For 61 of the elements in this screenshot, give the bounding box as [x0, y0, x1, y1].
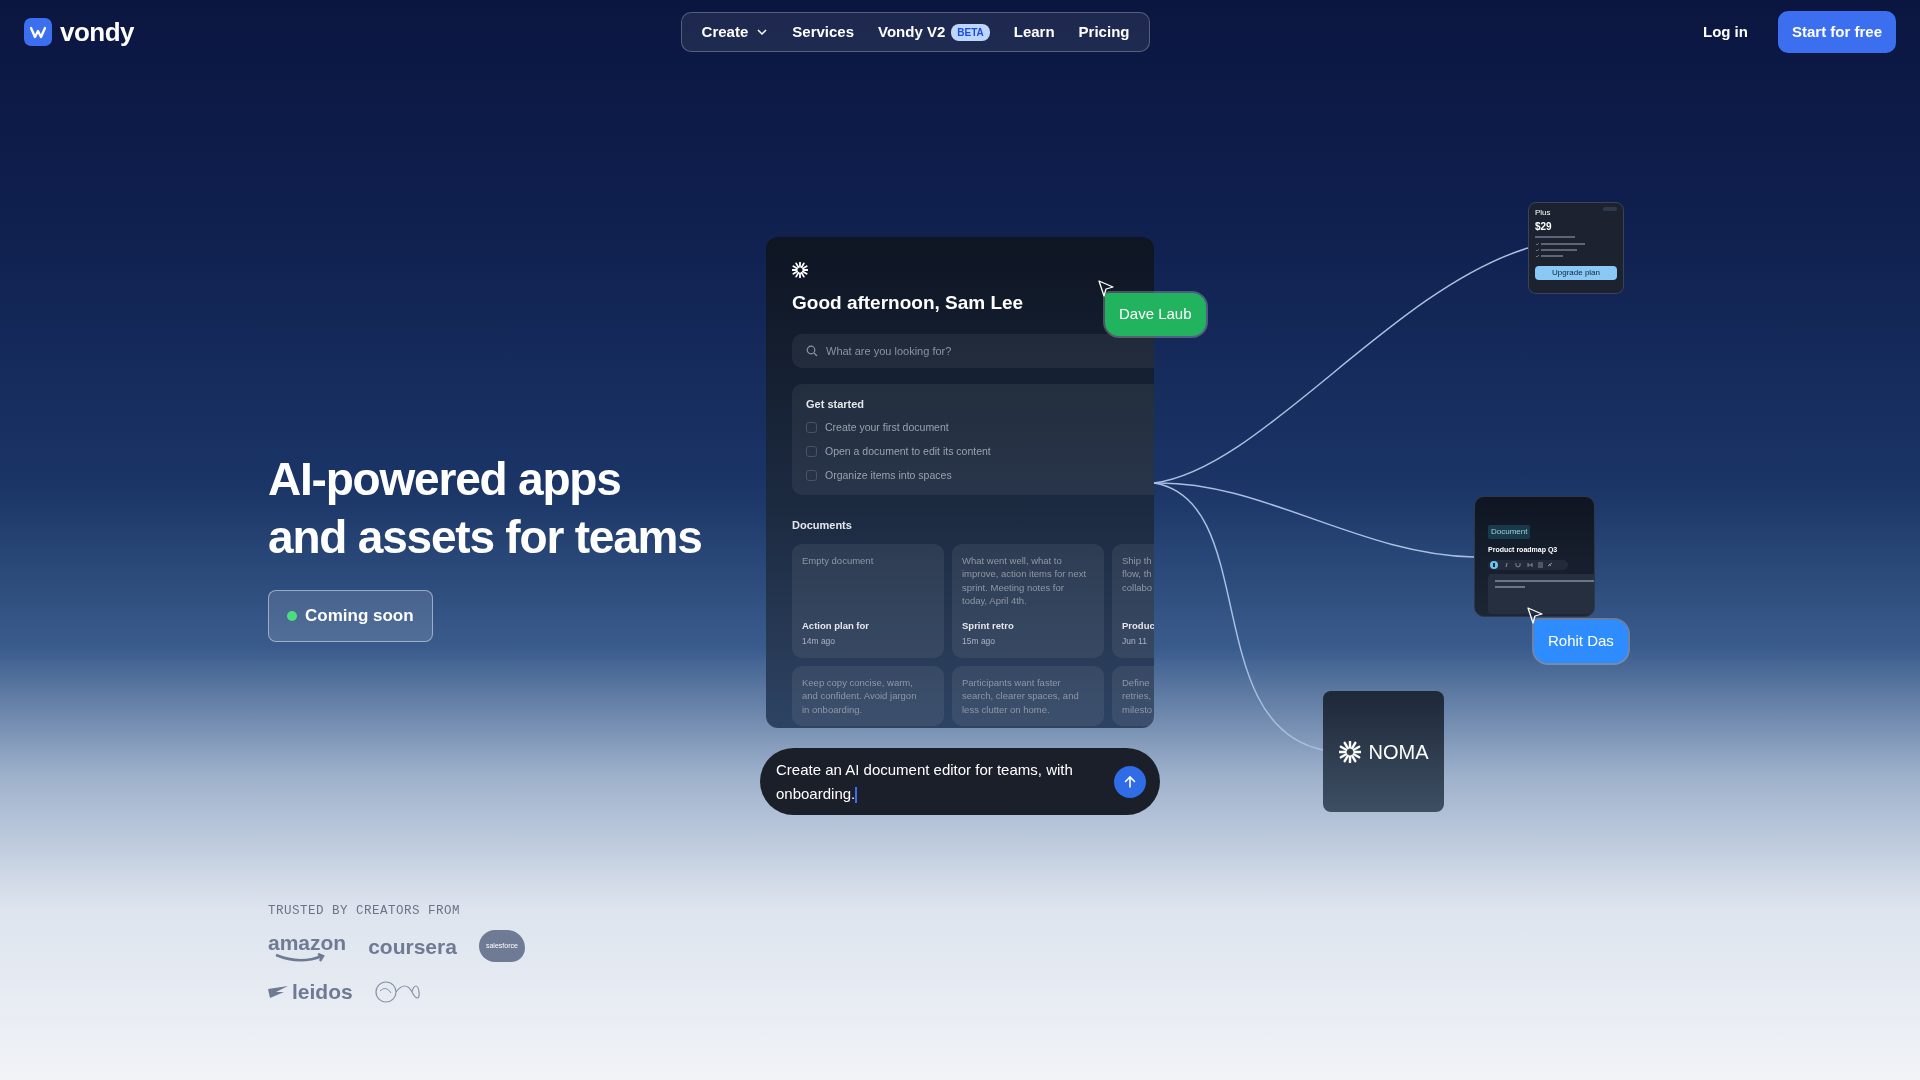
document-card[interactable]: Ship th flow, th collabo Produc Jun 11 [1112, 543, 1154, 658]
search-icon [806, 344, 818, 357]
infinity-logo-icon [374, 980, 421, 1004]
plan-price: $29 [1535, 220, 1553, 234]
document-preview: Empty document [802, 553, 875, 568]
document-time: 15m ago [962, 635, 997, 648]
caret-icon [756, 26, 769, 38]
task-label: Open a document to edit its content [825, 443, 991, 459]
document-preview: Participants want faster search, clearer spaces, and less clutter on home. [962, 675, 1080, 717]
coming-soon-button[interactable]: Coming soon [268, 590, 433, 642]
checkbox[interactable] [806, 446, 817, 458]
document-time: Jun 11 [1122, 635, 1148, 648]
nav-link[interactable]: Learn [1001, 14, 1067, 50]
nav-link[interactable]: Services [780, 14, 866, 50]
prompt-field[interactable]: Create an AI document editor for teams, with onboarding. [760, 748, 1160, 815]
feature-list-drawing [1535, 235, 1585, 259]
document-title: Sprint retro [962, 618, 1015, 633]
beta-tag: BETA [951, 23, 990, 41]
document-preview: Define retries, milesto [1122, 675, 1154, 717]
brand-name[interactable]: vondy [60, 12, 135, 52]
panel-title: Get started [806, 396, 866, 412]
login-link[interactable]: Log in [1696, 19, 1754, 45]
document-title: Action plan for [802, 618, 871, 633]
brand-name: NOMA [1368, 739, 1429, 765]
status-dot [287, 610, 297, 621]
nav-link[interactable]: Create [689, 14, 781, 50]
document-tag: Document [1488, 525, 1531, 539]
plan-name: Plus [1535, 207, 1551, 219]
document-preview: What went well, what to improve, action items for next sprint. Meeting notes for today, April 4th. [962, 553, 1088, 608]
send-button[interactable] [1114, 765, 1146, 798]
leidos-logo: leidos [268, 976, 353, 1008]
cursor-name-tag: Rohit Das [1534, 620, 1628, 663]
document-preview: Ship th flow, th collabo [1122, 553, 1154, 595]
coursera-logo: coursera [368, 933, 457, 960]
checkbox[interactable] [806, 469, 817, 481]
document-preview: Keep copy concise, warm, and confident. Avoid jargon in onboarding. [802, 675, 918, 717]
task-label: Create your first document [825, 420, 949, 435]
text-caret [855, 786, 857, 803]
cursor-icon [1098, 280, 1115, 297]
document-time: 14m ago [802, 635, 837, 648]
document-card[interactable]: Empty document Action plan for 14m ago [792, 543, 944, 658]
cursor-name-tag: Dave Laub [1105, 293, 1206, 336]
task-label: Organize items into spaces [825, 467, 952, 483]
document-title: Produc [1122, 618, 1154, 633]
arrow-up-icon [1123, 774, 1137, 789]
hero-heading: AI-powered apps and assets for teams [268, 452, 702, 565]
prompt-text: Create an AI document editor for teams, with onboarding. [776, 759, 1073, 805]
document-card[interactable]: What went well, what to improve, action items for next sprint. Meeting notes for today, April 4th. Sprint retro 15m ago [952, 543, 1104, 658]
nav-link[interactable]: Vondy V2 BETA [866, 14, 1002, 50]
upgrade-button[interactable]: Upgrade plan [1535, 266, 1617, 281]
checkbox[interactable] [806, 422, 817, 434]
logo-icon[interactable] [24, 18, 52, 46]
trusted-label: TRUSTED BY CREATORS FROM [268, 902, 462, 920]
sunburst-icon [1338, 740, 1361, 763]
sunburst-icon [792, 261, 808, 278]
nav-link[interactable]: Pricing [1066, 14, 1142, 50]
greeting: Good afternoon, Sam Lee [792, 291, 1024, 315]
cursor-icon [1527, 607, 1544, 624]
amazon-logo: amazon [268, 931, 347, 962]
start-button[interactable]: Start for free [1777, 10, 1896, 54]
section-title: Documents [792, 518, 853, 534]
